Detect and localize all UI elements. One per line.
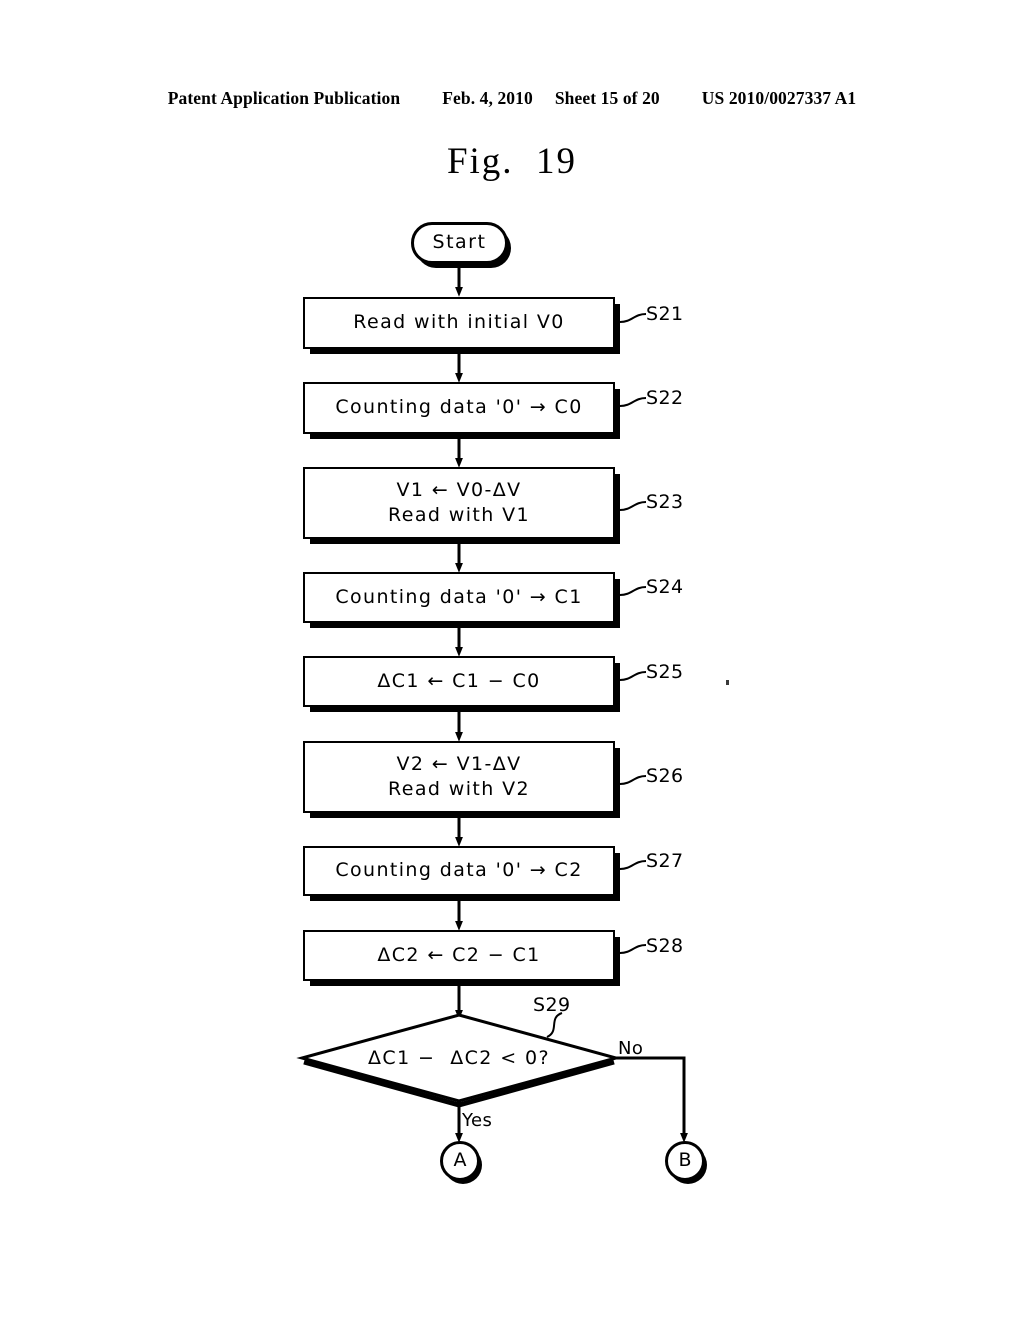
flow-node-start-label: Start [432,231,487,254]
branch-label-yes: Yes [462,1110,493,1131]
flow-node-s26[interactable]: V2 ← V1-ΔV Read with V2 [303,741,615,813]
flow-node-s23[interactable]: V1 ← V0-ΔV Read with V1 [303,467,615,539]
flow-node-s24-label: Counting data '0' → C1 [335,585,583,608]
step-ref-s25: S25 [646,661,684,683]
flow-node-s23-label: V1 ← V0-ΔV Read with V1 [387,478,531,526]
flow-connector-a-label: A [453,1149,467,1172]
flow-node-s26-label: V2 ← V1-ΔV Read with V2 [387,752,531,800]
step-ref-s29: S29 [533,994,571,1016]
patent-drawing-page: Patent Application Publication Feb. 4, 2… [0,0,1024,1320]
step-ref-s22: S22 [646,387,684,409]
step-ref-s23: S23 [646,491,684,513]
flow-connector-b-label: B [678,1149,692,1172]
flow-node-s25[interactable]: ΔC1 ← C1 − C0 [303,656,615,707]
step-ref-s27: S27 [646,850,684,872]
flow-node-s22[interactable]: Counting data '0' → C0 [303,382,615,434]
flow-node-s28-label: ΔC2 ← C2 − C1 [377,943,541,966]
step-ref-s21: S21 [646,303,684,325]
flow-node-s25-label: ΔC1 ← C1 − C0 [377,669,541,692]
branch-label-no: No [618,1038,644,1059]
flow-connector-b[interactable]: B [665,1141,705,1181]
flow-node-s21-label: Read with initial V0 [353,311,565,334]
flow-node-s27[interactable]: Counting data '0' → C2 [303,846,615,896]
flow-connector-a[interactable]: A [440,1141,480,1181]
flow-node-s24[interactable]: Counting data '0' → C1 [303,572,615,623]
flow-node-start[interactable]: Start [411,222,508,264]
flow-node-s21[interactable]: Read with initial V0 [303,297,615,349]
flow-node-s22-label: Counting data '0' → C0 [335,396,583,419]
scan-artifact-speck [726,680,729,685]
step-ref-s26: S26 [646,765,684,787]
flow-node-s27-label: Counting data '0' → C2 [335,859,583,882]
step-ref-s28: S28 [646,935,684,957]
flow-node-s29-label: ΔC1 − ΔC2 < 0? [368,1047,550,1069]
flow-node-s28[interactable]: ΔC2 ← C2 − C1 [303,930,615,981]
step-ref-s24: S24 [646,576,684,598]
